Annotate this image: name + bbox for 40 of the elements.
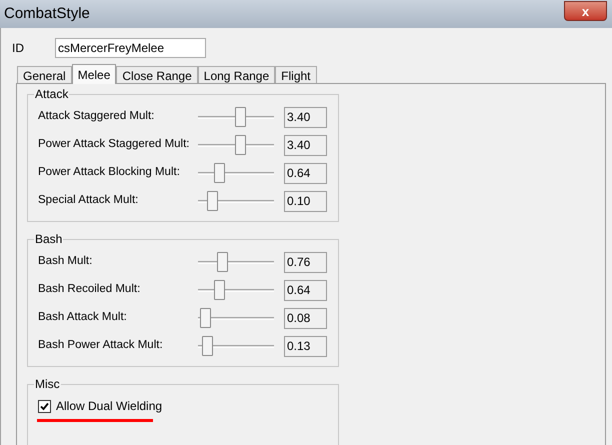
value-field[interactable]: 0.64	[284, 162, 327, 184]
group-title: Attack	[34, 87, 70, 101]
slider-thumb[interactable]	[214, 280, 225, 300]
value-field[interactable]: 0.64	[284, 280, 327, 300]
id-field[interactable]: csMercerFreyMelee	[55, 38, 206, 58]
id-label: ID	[12, 40, 25, 57]
field-label: Special Attack Mult:	[38, 193, 140, 208]
tab[interactable]: Melee	[72, 64, 116, 84]
value-field[interactable]: 0.13	[284, 336, 327, 356]
value-field[interactable]: 3.40	[284, 134, 327, 156]
slider-thumb[interactable]	[216, 252, 228, 272]
slider-thumb[interactable]	[200, 308, 211, 328]
field-label: Power Attack Staggered Mult:	[38, 137, 190, 152]
field-label: Bash Power Attack Mult:	[38, 338, 164, 354]
slider-thumb[interactable]	[234, 107, 246, 127]
field-label: Bash Attack Mult:	[38, 310, 128, 326]
tab[interactable]: Close Range	[116, 66, 198, 83]
value-field[interactable]: 3.40	[284, 106, 327, 128]
slider-thumb[interactable]	[202, 336, 214, 356]
checkmark-icon	[40, 402, 49, 410]
group-title: Misc	[34, 377, 61, 391]
slider-thumb[interactable]	[234, 135, 246, 155]
checkbox-label: Allow Dual Wielding	[56, 398, 162, 415]
close-button[interactable]: x	[564, 1, 607, 21]
field-label: Attack Staggered Mult:	[38, 109, 156, 124]
dual-wield-checkbox[interactable]: Allow Dual Wielding	[38, 397, 162, 415]
window-title: CombatStyle	[4, 4, 90, 24]
slider-thumb[interactable]	[206, 191, 218, 211]
value-field[interactable]: 0.76	[284, 252, 327, 272]
field-label: Bash Mult:	[38, 254, 94, 270]
value-field[interactable]: 0.10	[284, 190, 327, 212]
value-field[interactable]: 0.08	[284, 308, 327, 328]
slider-thumb[interactable]	[214, 163, 226, 183]
field-label: Power Attack Blocking Mult:	[38, 165, 181, 180]
group-title: Bash	[34, 232, 64, 246]
checkbox[interactable]	[38, 400, 51, 412]
tab[interactable]: Flight	[275, 66, 316, 83]
field-label: Bash Recoiled Mult:	[38, 282, 142, 298]
tab[interactable]: Long Range	[198, 66, 276, 83]
tab[interactable]: General	[17, 66, 72, 83]
